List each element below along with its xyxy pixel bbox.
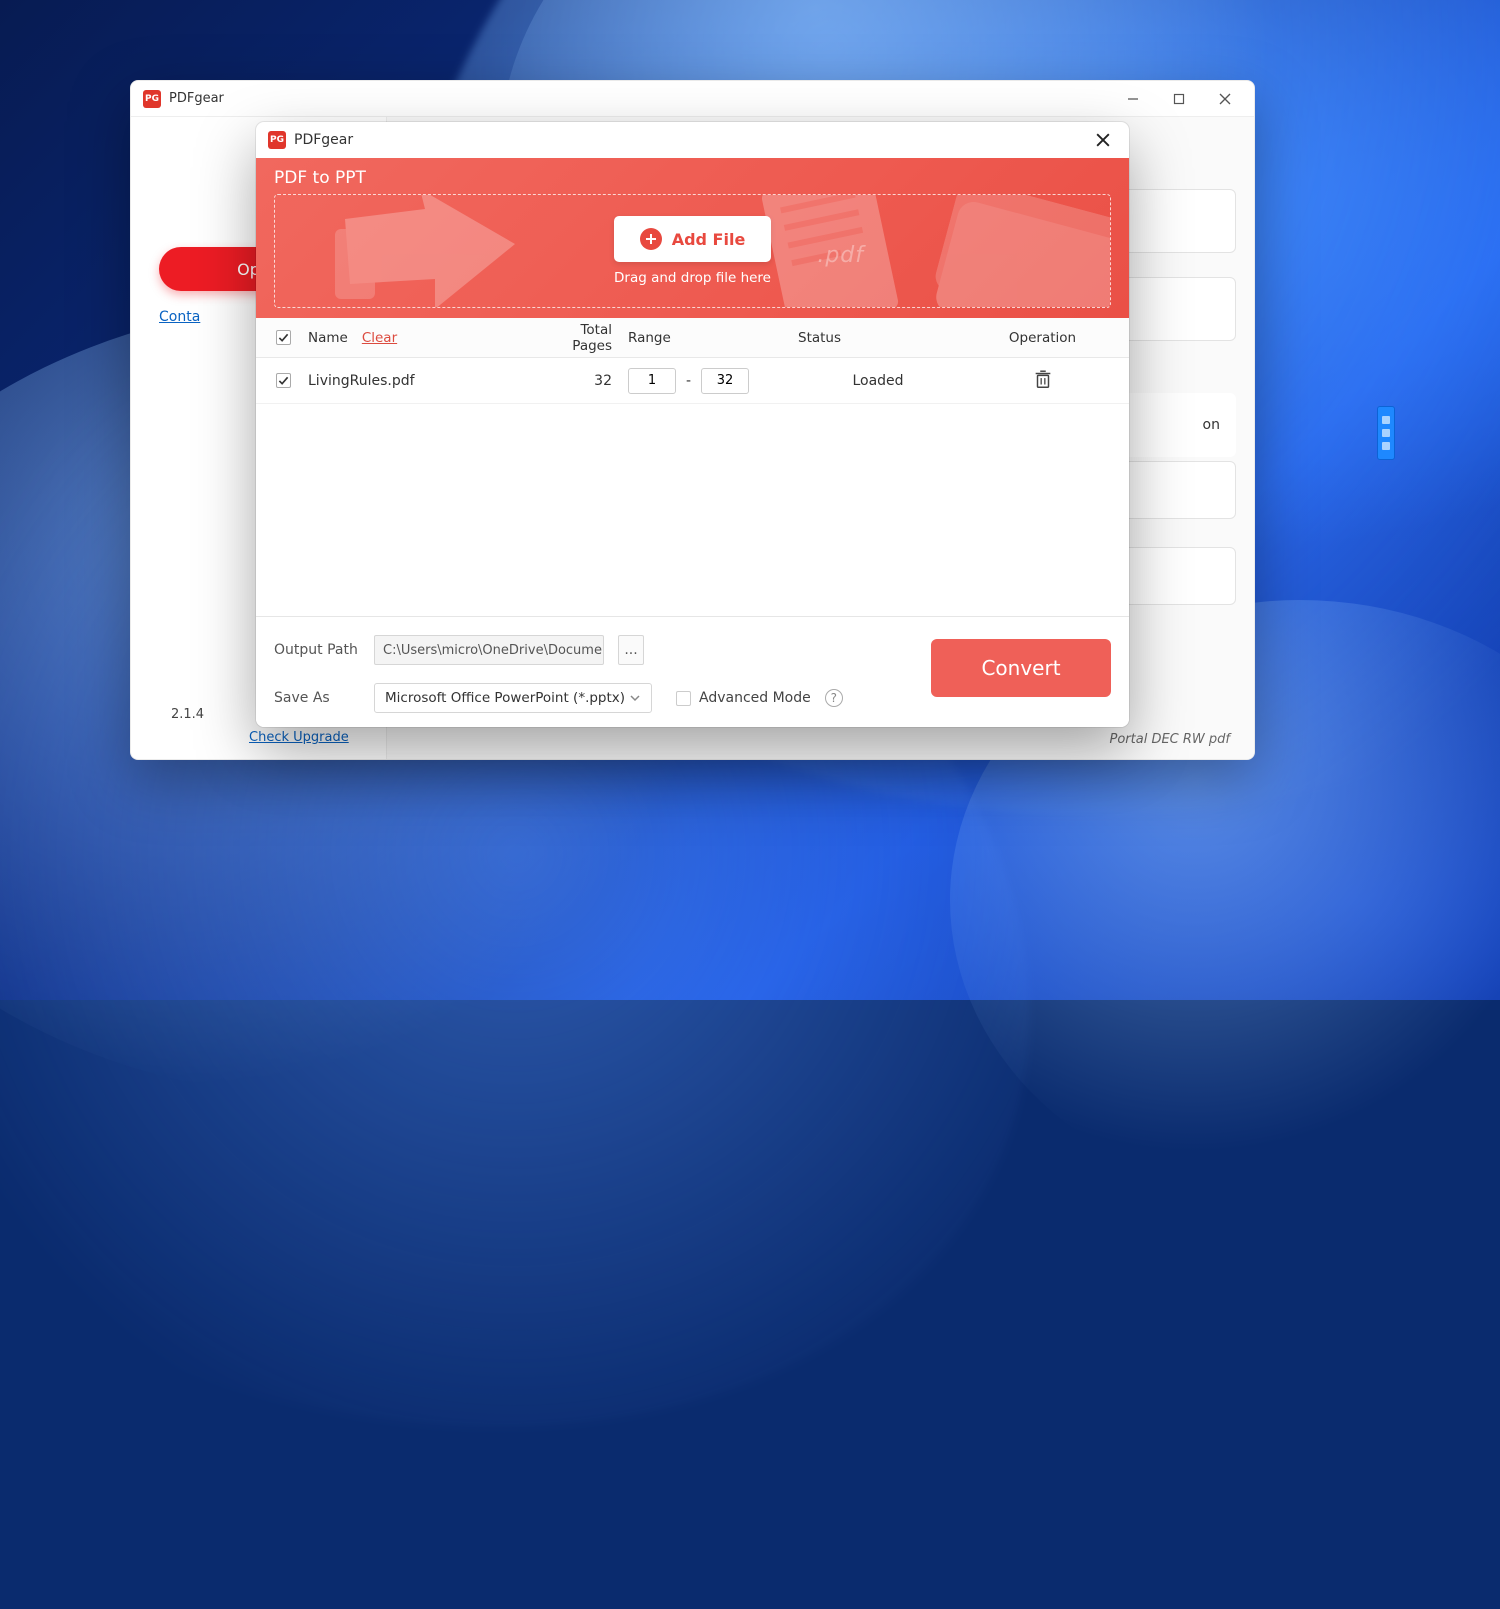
row-pages: 32 xyxy=(594,373,612,389)
modal-close-button[interactable] xyxy=(1085,122,1121,158)
output-path-text: C:\Users\micro\OneDrive\Documen xyxy=(383,643,604,658)
chevron-down-icon xyxy=(629,692,641,704)
modal-title: PDFgear xyxy=(294,132,353,148)
table-row: LivingRules.pdf 32 - Loaded xyxy=(256,358,1129,404)
drop-hint: Drag and drop file here xyxy=(614,270,771,286)
pdf-ghost-label: .pdf xyxy=(817,243,864,268)
maximize-button[interactable] xyxy=(1156,81,1202,117)
advanced-mode-label: Advanced Mode xyxy=(699,690,811,706)
row-checkbox[interactable] xyxy=(276,373,291,388)
app-icon: PG xyxy=(268,131,286,149)
main-window-title: PDFgear xyxy=(169,91,224,106)
range-dash: - xyxy=(686,373,691,389)
app-icon: PG xyxy=(143,90,161,108)
row-filename: LivingRules.pdf xyxy=(308,373,415,389)
card-label: on xyxy=(1203,417,1220,433)
help-icon[interactable]: ? xyxy=(825,689,843,707)
col-total-pages: Total Pages xyxy=(572,322,612,354)
close-button[interactable] xyxy=(1202,81,1248,117)
ghost-arrow-icon xyxy=(335,194,535,308)
recent-file-crumb: Portal DEC RW pdf xyxy=(1110,732,1230,747)
convert-label: Convert xyxy=(981,656,1060,680)
modal-footer: Output Path C:\Users\micro\OneDrive\Docu… xyxy=(256,616,1129,727)
col-name: Name xyxy=(308,330,348,346)
add-file-label: Add File xyxy=(672,230,746,249)
main-titlebar: PG PDFgear xyxy=(131,81,1254,117)
select-all-checkbox[interactable] xyxy=(276,330,291,345)
file-table-header: Name Clear Total Pages Range Status Oper… xyxy=(256,318,1129,358)
save-as-value: Microsoft Office PowerPoint (*.pptx) xyxy=(385,690,625,706)
ghost-wallet-icon xyxy=(925,194,1111,308)
col-status: Status xyxy=(798,330,841,346)
desktop-side-widget[interactable] xyxy=(1377,406,1395,460)
browse-button[interactable]: ... xyxy=(618,635,644,665)
range-to-input[interactable] xyxy=(701,368,749,394)
convert-modal: PG PDFgear PDF to PPT . xyxy=(256,122,1129,727)
save-as-select[interactable]: Microsoft Office PowerPoint (*.pptx) xyxy=(374,683,652,713)
row-status: Loaded xyxy=(852,373,903,389)
plus-icon xyxy=(640,228,662,250)
browse-label: ... xyxy=(624,642,637,658)
output-path-field[interactable]: C:\Users\micro\OneDrive\Documen xyxy=(374,635,604,665)
drop-area[interactable]: PDF to PPT .pdf xyxy=(256,158,1129,318)
advanced-mode-checkbox[interactable] xyxy=(676,691,691,706)
delete-icon[interactable] xyxy=(1032,368,1054,390)
add-file-button[interactable]: Add File xyxy=(614,216,772,262)
range-from-input[interactable] xyxy=(628,368,676,394)
modal-titlebar: PG PDFgear xyxy=(256,122,1129,158)
col-operation: Operation xyxy=(1009,330,1076,346)
convert-button[interactable]: Convert xyxy=(931,639,1111,697)
save-as-label: Save As xyxy=(274,690,360,706)
col-range: Range xyxy=(628,330,671,346)
check-upgrade-link[interactable]: Check Upgrade xyxy=(249,730,358,745)
clear-link[interactable]: Clear xyxy=(362,330,397,346)
output-path-label: Output Path xyxy=(274,642,360,658)
minimize-button[interactable] xyxy=(1110,81,1156,117)
modal-header: PDF to PPT xyxy=(274,168,1111,188)
